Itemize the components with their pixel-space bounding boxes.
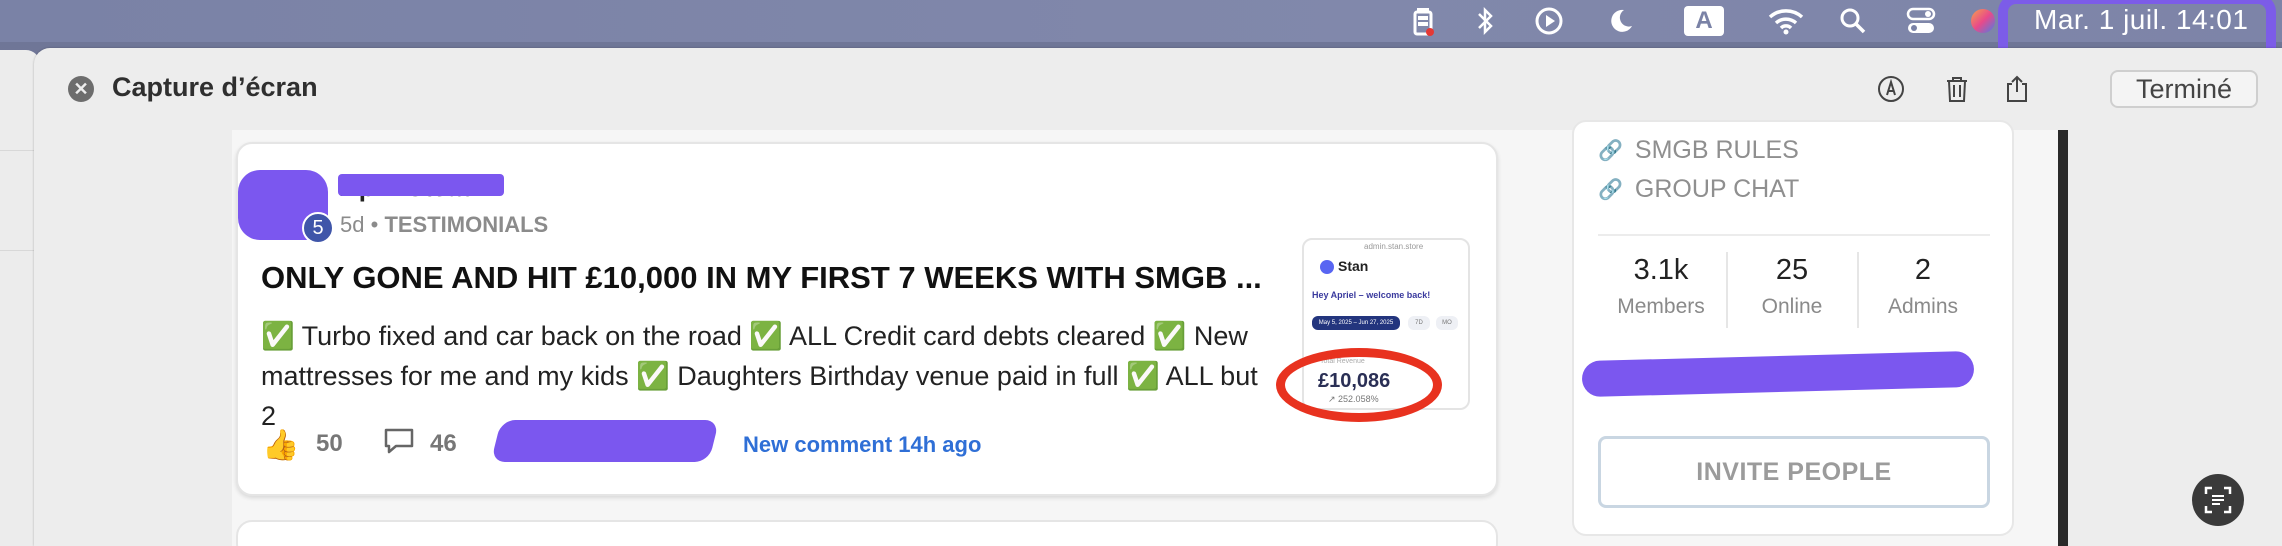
thumbnail-url: admin.stan.store	[1364, 242, 1424, 251]
post-meta: 5d • TESTIMONIALS	[340, 212, 548, 238]
input-source-label: A	[1684, 6, 1724, 36]
divider	[1598, 234, 1990, 236]
post-body[interactable]: ✅ Turbo fixed and car back on the road ✅…	[261, 316, 1271, 436]
thumbnail-date-range: May 5, 2025 – Jun 27, 2025	[1312, 316, 1400, 330]
level-badge: 5	[302, 212, 334, 244]
keyboard-input-icon[interactable]: A	[1682, 4, 1726, 38]
new-comment-link[interactable]: New comment 14h ago	[743, 432, 981, 458]
live-text-icon[interactable]	[2192, 474, 2244, 526]
thumbnail-brand: Stan	[1338, 258, 1369, 274]
meta-separator: •	[370, 212, 385, 237]
post-age: 5d	[340, 212, 365, 237]
siri-icon[interactable]	[1968, 4, 1998, 38]
stan-logo-icon	[1320, 260, 1334, 274]
trash-icon[interactable]	[1940, 72, 1974, 106]
stat-value: 2	[1914, 254, 1932, 286]
thumbnail-pill: 7D	[1408, 316, 1430, 330]
stat-members[interactable]: 3.1k Members	[1596, 254, 1726, 319]
next-post-card[interactable]	[236, 520, 1498, 546]
control-center-icon[interactable]	[1904, 4, 1938, 38]
menu-bar: A Mar. 1 juil. 14:01	[0, 0, 2282, 42]
stat-label: Members	[1617, 295, 1705, 318]
author-redaction	[338, 174, 504, 196]
stat-value: 25	[1775, 254, 1809, 286]
like-count: 50	[316, 430, 343, 457]
wifi-icon[interactable]	[1766, 4, 1806, 38]
share-icon[interactable]	[2000, 72, 2034, 106]
commenter-avatars-redaction	[490, 420, 720, 462]
comment-count: 46	[430, 430, 457, 457]
window-title: Capture d’écran	[112, 72, 318, 102]
comment-icon[interactable]	[382, 426, 416, 464]
post-title[interactable]: ONLY GONE AND HIT £10,000 IN MY FIRST 7 …	[261, 260, 1261, 296]
play-icon[interactable]	[1532, 4, 1566, 38]
thumbs-up-icon[interactable]: 👍	[262, 428, 299, 463]
sidebar-link-rules[interactable]: 🔗 SMGB RULES	[1598, 136, 1799, 165]
stat-admins[interactable]: 2 Admins	[1858, 254, 1988, 319]
stat-label: Admins	[1887, 295, 1959, 318]
window-titlebar: ✕ Capture d’écran Terminé	[34, 48, 2282, 128]
thumbnail-pill: MO	[1436, 316, 1458, 330]
stat-value: 3.1k	[1633, 254, 1689, 286]
invite-people-button[interactable]: INVITE PEOPLE	[1598, 436, 1990, 508]
revenue-highlight-annotation	[1276, 348, 1442, 422]
stat-online[interactable]: 25 Online	[1727, 254, 1857, 319]
close-icon[interactable]: ✕	[68, 76, 94, 102]
post-category[interactable]: TESTIMONIALS	[384, 212, 548, 237]
scrollbar-edge	[2058, 130, 2068, 546]
search-icon[interactable]	[1838, 4, 1868, 38]
link-icon: 🔗	[1598, 179, 1623, 201]
markup-icon[interactable]	[1874, 72, 1908, 106]
moon-icon[interactable]	[1604, 4, 1638, 38]
thumbnail-greeting: Hey Apriel – welcome back!	[1312, 290, 1431, 300]
bluetooth-icon[interactable]	[1470, 4, 1500, 38]
battery-icon[interactable]	[1408, 4, 1438, 38]
link-icon: 🔗	[1598, 140, 1623, 162]
done-button[interactable]: Terminé	[2110, 70, 2258, 108]
sidebar-link-label: GROUP CHAT	[1634, 175, 1800, 203]
stat-label: Online	[1761, 295, 1823, 318]
sidebar-link-group-chat[interactable]: 🔗 GROUP CHAT	[1598, 175, 1799, 204]
sidebar-link-label: SMGB RULES	[1634, 136, 1799, 164]
